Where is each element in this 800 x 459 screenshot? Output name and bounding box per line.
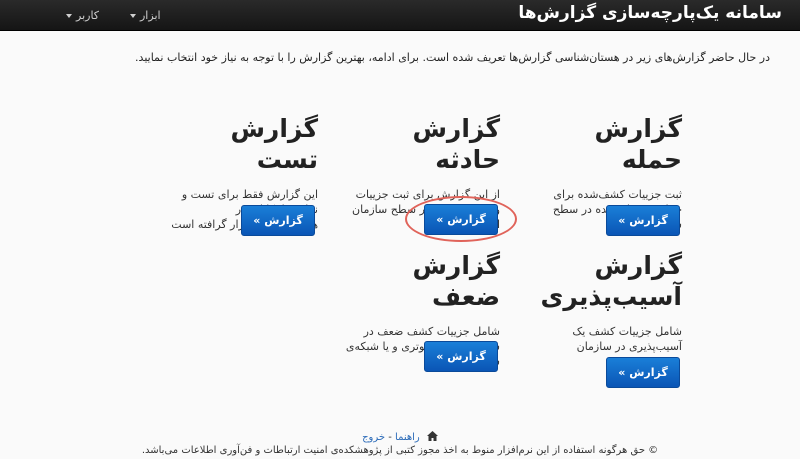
copyright-text: © حق هرگونه استفاده از این نرم‌افزار منو… (141, 445, 659, 456)
report-title-incident: گزارش حادثه (412, 114, 500, 174)
weakness-report-button[interactable]: گزارش » (424, 341, 498, 372)
test-report-button[interactable]: گزارش » (241, 205, 315, 236)
intro-text: در حال حاضر گزارش‌های زیر در هستان‌شناسی… (135, 51, 770, 64)
button-label: گزارش » (618, 366, 668, 379)
tools-menu[interactable]: ابزار (130, 9, 161, 22)
footer-links: راهنما - خروج (0, 431, 800, 444)
highlight-circle (405, 196, 517, 242)
report-card-vulnerability: گزارش آسیب‌پذیری شامل جزییات کشف یک آسیب… (532, 250, 682, 354)
tools-menu-label: ابزار (140, 9, 161, 22)
report-title-vulnerability: گزارش آسیب‌پذیری (540, 251, 682, 311)
user-menu-label: کاربر (76, 9, 100, 22)
report-title-test: گزارش تست (230, 114, 318, 174)
button-label: گزارش » (253, 214, 303, 227)
help-link[interactable]: راهنما (395, 432, 420, 443)
report-title-weakness: گزارش ضعف (412, 251, 500, 311)
button-label: گزارش » (618, 214, 668, 227)
button-label: گزارش » (436, 350, 486, 363)
report-desc-vulnerability: شامل جزییات کشف یک آسیب‌پذیری در سازمان (572, 325, 682, 353)
app-brand[interactable]: سامانه یک‌پارچه‌سازی گزارش‌ها (518, 3, 782, 23)
attack-report-button[interactable]: گزارش » (606, 205, 680, 236)
logout-link[interactable]: خروج (362, 432, 385, 443)
footer-separator: - (385, 432, 396, 443)
top-navbar: سامانه یک‌پارچه‌سازی گزارش‌ها ابزار کارب… (0, 0, 800, 31)
chevron-down-icon (130, 13, 136, 18)
vulnerability-report-button[interactable]: گزارش » (606, 357, 680, 388)
chevron-down-icon (66, 13, 72, 18)
home-icon[interactable] (426, 431, 438, 444)
report-title-attack: گزارش حمله (594, 114, 682, 174)
user-menu[interactable]: کاربر (66, 9, 99, 22)
